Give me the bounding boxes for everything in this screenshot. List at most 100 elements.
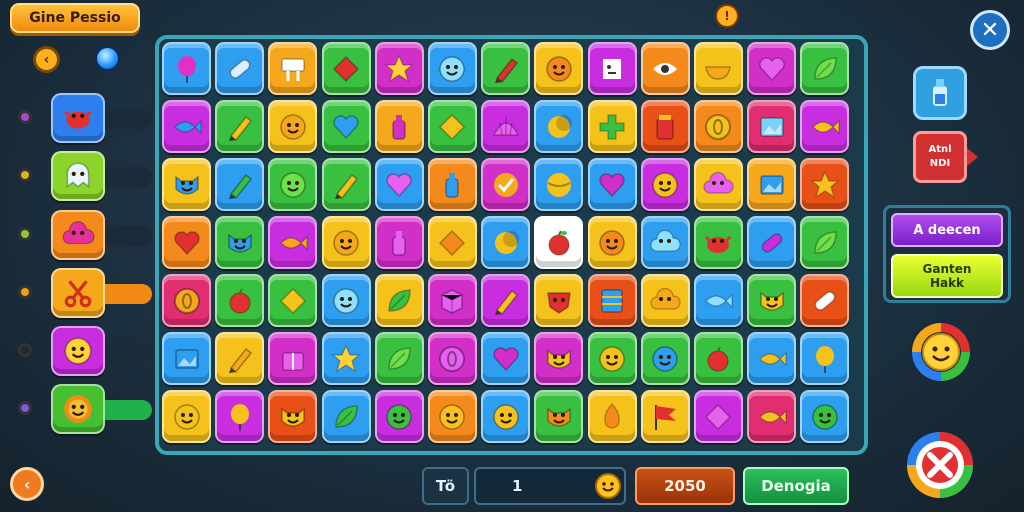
tile[interactable] bbox=[215, 390, 265, 443]
side-item[interactable] bbox=[16, 210, 152, 260]
tile[interactable] bbox=[640, 100, 690, 153]
side-item[interactable] bbox=[16, 93, 152, 143]
tile[interactable] bbox=[215, 274, 265, 327]
tile[interactable] bbox=[534, 390, 584, 443]
no-entry-badge-icon[interactable] bbox=[906, 431, 974, 499]
tile[interactable] bbox=[321, 216, 371, 269]
tile[interactable] bbox=[640, 42, 690, 95]
tile[interactable] bbox=[534, 332, 584, 385]
tile[interactable] bbox=[534, 158, 584, 211]
tile[interactable] bbox=[640, 332, 690, 385]
tile[interactable] bbox=[321, 100, 371, 153]
tile[interactable] bbox=[215, 42, 265, 95]
tile[interactable] bbox=[693, 158, 743, 211]
tile[interactable] bbox=[427, 42, 477, 95]
tile[interactable] bbox=[640, 390, 690, 443]
tile[interactable] bbox=[640, 216, 690, 269]
tile[interactable] bbox=[640, 274, 690, 327]
tile[interactable] bbox=[693, 100, 743, 153]
back-button[interactable]: ‹ bbox=[10, 467, 44, 501]
tile[interactable] bbox=[215, 158, 265, 211]
tile[interactable] bbox=[374, 158, 424, 211]
tile[interactable] bbox=[481, 42, 531, 95]
tile[interactable] bbox=[481, 390, 531, 443]
tile[interactable] bbox=[268, 158, 318, 211]
tile[interactable] bbox=[268, 100, 318, 153]
tile[interactable] bbox=[693, 332, 743, 385]
tile[interactable] bbox=[747, 390, 797, 443]
tile[interactable] bbox=[800, 216, 850, 269]
tile[interactable] bbox=[162, 332, 211, 385]
tile[interactable] bbox=[481, 158, 531, 211]
tile[interactable] bbox=[747, 216, 797, 269]
side-item[interactable] bbox=[16, 151, 152, 201]
tile[interactable] bbox=[587, 42, 637, 95]
tile[interactable] bbox=[534, 274, 584, 327]
side-tile[interactable] bbox=[51, 93, 105, 143]
tile[interactable] bbox=[481, 332, 531, 385]
tile[interactable] bbox=[162, 216, 211, 269]
tile[interactable] bbox=[747, 332, 797, 385]
tile[interactable] bbox=[534, 42, 584, 95]
tile[interactable] bbox=[427, 390, 477, 443]
tile[interactable] bbox=[162, 42, 211, 95]
tile[interactable] bbox=[481, 274, 531, 327]
tile[interactable] bbox=[587, 158, 637, 211]
tile[interactable] bbox=[321, 332, 371, 385]
option-one-button[interactable]: A deecen bbox=[891, 213, 1003, 247]
tile[interactable] bbox=[321, 158, 371, 211]
tile[interactable] bbox=[800, 42, 850, 95]
tile[interactable] bbox=[427, 332, 477, 385]
close-button[interactable]: ✕ bbox=[970, 10, 1010, 50]
tile[interactable] bbox=[693, 216, 743, 269]
tile[interactable] bbox=[427, 158, 477, 211]
tile[interactable] bbox=[534, 100, 584, 153]
side-item[interactable] bbox=[16, 326, 152, 376]
tile[interactable] bbox=[215, 216, 265, 269]
side-tile[interactable] bbox=[51, 151, 105, 201]
back-arrow-icon[interactable]: ‹ bbox=[33, 46, 60, 73]
tile[interactable] bbox=[747, 158, 797, 211]
tile[interactable] bbox=[427, 216, 477, 269]
tile[interactable] bbox=[800, 274, 850, 327]
tile[interactable] bbox=[268, 216, 318, 269]
tile[interactable] bbox=[162, 158, 211, 211]
tile[interactable] bbox=[481, 100, 531, 153]
tile[interactable] bbox=[268, 390, 318, 443]
tile[interactable] bbox=[534, 216, 584, 269]
tile[interactable] bbox=[800, 390, 850, 443]
bottle-powerup-icon[interactable] bbox=[913, 66, 967, 120]
tile[interactable] bbox=[747, 42, 797, 95]
tile[interactable] bbox=[747, 274, 797, 327]
tile[interactable] bbox=[587, 390, 637, 443]
tile[interactable] bbox=[162, 274, 211, 327]
tile[interactable] bbox=[427, 274, 477, 327]
tile[interactable] bbox=[268, 42, 318, 95]
side-tile[interactable] bbox=[51, 268, 105, 318]
tile[interactable] bbox=[587, 274, 637, 327]
tile[interactable] bbox=[215, 332, 265, 385]
tile[interactable] bbox=[800, 100, 850, 153]
tile[interactable] bbox=[321, 42, 371, 95]
tile[interactable] bbox=[481, 216, 531, 269]
tile[interactable] bbox=[693, 42, 743, 95]
tile[interactable] bbox=[374, 390, 424, 443]
side-tile[interactable] bbox=[51, 210, 105, 260]
tile[interactable] bbox=[427, 100, 477, 153]
info-badge-icon[interactable]: ! bbox=[715, 4, 739, 28]
side-item[interactable] bbox=[16, 384, 152, 434]
player-avatar-icon[interactable] bbox=[909, 320, 973, 384]
tile[interactable] bbox=[162, 100, 211, 153]
tile[interactable] bbox=[374, 332, 424, 385]
tile[interactable] bbox=[162, 390, 211, 443]
level-label-button[interactable]: Atnl NDI bbox=[913, 131, 967, 183]
option-two-button[interactable]: Ganten Hakk bbox=[891, 254, 1003, 298]
tile[interactable] bbox=[321, 274, 371, 327]
tile[interactable] bbox=[374, 100, 424, 153]
side-tile[interactable] bbox=[51, 384, 105, 434]
tile[interactable] bbox=[800, 332, 850, 385]
tile[interactable] bbox=[693, 274, 743, 327]
tile[interactable] bbox=[321, 390, 371, 443]
tile[interactable] bbox=[268, 274, 318, 327]
tile[interactable] bbox=[587, 332, 637, 385]
